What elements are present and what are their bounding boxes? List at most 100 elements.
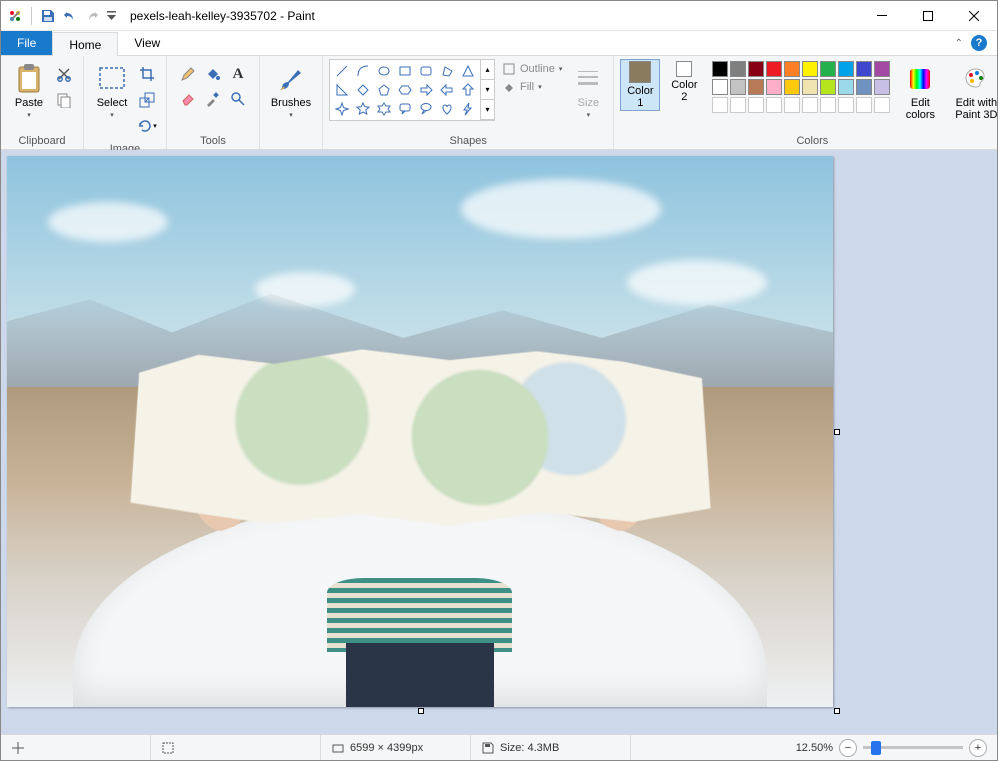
paste-button[interactable]: Paste ▾ [7, 59, 51, 119]
palette-color[interactable] [802, 61, 818, 77]
shape-arrowr-icon[interactable] [416, 81, 436, 99]
shapes-gallery[interactable] [329, 59, 481, 121]
crop-icon[interactable] [136, 63, 158, 85]
palette-color[interactable] [730, 79, 746, 95]
palette-color[interactable] [856, 79, 872, 95]
eraser-tool-icon[interactable] [177, 88, 199, 110]
palette-color[interactable] [748, 79, 764, 95]
palette-color[interactable] [748, 61, 764, 77]
undo-icon[interactable] [62, 8, 78, 24]
palette-color[interactable] [784, 61, 800, 77]
scroll-up-icon[interactable]: ▴ [481, 60, 494, 80]
palette-custom-slot[interactable] [712, 97, 728, 113]
resize-handle-se[interactable] [834, 708, 840, 714]
zoom-in-button[interactable]: + [969, 739, 987, 757]
shape-lightning-icon[interactable] [458, 100, 478, 118]
size-button[interactable]: Size ▾ [569, 59, 607, 119]
close-button[interactable] [951, 1, 997, 31]
palette-color[interactable] [766, 79, 782, 95]
group-tools: A Tools [167, 56, 260, 149]
shape-polygon-icon[interactable] [437, 62, 457, 80]
shape-outline-button[interactable]: Outline ▾ [499, 61, 565, 77]
rotate-icon[interactable]: ▾ [136, 115, 158, 137]
save-icon[interactable] [40, 8, 56, 24]
redo-icon[interactable] [84, 8, 100, 24]
zoom-thumb[interactable] [871, 741, 881, 755]
brushes-button[interactable]: Brushes ▾ [266, 59, 316, 119]
palette-color[interactable] [784, 79, 800, 95]
shape-rtriangle-icon[interactable] [332, 81, 352, 99]
resize-icon[interactable] [136, 89, 158, 111]
palette-custom-slot[interactable] [784, 97, 800, 113]
shape-heart-icon[interactable] [437, 100, 457, 118]
shape-roundrect-icon[interactable] [416, 62, 436, 80]
scroll-down-icon[interactable]: ▾ [481, 80, 494, 100]
zoom-slider[interactable] [863, 746, 963, 749]
color1-button[interactable]: Color 1 [620, 59, 660, 111]
shape-line-icon[interactable] [332, 62, 352, 80]
shape-diamond-icon[interactable] [353, 81, 373, 99]
shape-star5-icon[interactable] [353, 100, 373, 118]
palette-color[interactable] [838, 61, 854, 77]
shape-callout2-icon[interactable] [416, 100, 436, 118]
canvas-area[interactable] [1, 150, 997, 734]
palette-custom-slot[interactable] [820, 97, 836, 113]
help-icon[interactable]: ? [971, 35, 987, 51]
shape-oval-icon[interactable] [374, 62, 394, 80]
shape-triangle-icon[interactable] [458, 62, 478, 80]
tab-file[interactable]: File [1, 31, 52, 55]
paint3d-button[interactable]: Edit with Paint 3D [948, 59, 998, 121]
palette-color[interactable] [874, 61, 890, 77]
minimize-button[interactable] [859, 1, 905, 31]
palette-color[interactable] [712, 79, 728, 95]
select-button[interactable]: Select ▾ [90, 59, 134, 119]
shape-fill-button[interactable]: Fill ▾ [499, 79, 565, 95]
qat-customize-icon[interactable] [106, 8, 116, 24]
palette-color[interactable] [820, 79, 836, 95]
shape-rect-icon[interactable] [395, 62, 415, 80]
edit-colors-label: Edit colors [906, 97, 935, 121]
resize-handle-e[interactable] [834, 429, 840, 435]
shape-hexagon-icon[interactable] [395, 81, 415, 99]
collapse-ribbon-icon[interactable]: ⌃ [955, 38, 963, 49]
canvas[interactable] [7, 156, 833, 707]
edit-colors-button[interactable]: Edit colors [898, 59, 942, 121]
copy-icon[interactable] [53, 89, 75, 111]
palette-custom-slot[interactable] [802, 97, 818, 113]
text-tool-icon[interactable]: A [227, 63, 249, 85]
scroll-more-icon[interactable]: ▾ [481, 100, 494, 120]
picker-tool-icon[interactable] [202, 88, 224, 110]
palette-custom-slot[interactable] [874, 97, 890, 113]
shape-star6-icon[interactable] [374, 100, 394, 118]
shape-star4-icon[interactable] [332, 100, 352, 118]
color2-button[interactable]: Color 2 [664, 59, 704, 111]
pencil-tool-icon[interactable] [177, 63, 199, 85]
shape-arrowu-icon[interactable] [458, 81, 478, 99]
zoom-out-button[interactable]: − [839, 739, 857, 757]
palette-color[interactable] [766, 61, 782, 77]
palette-custom-slot[interactable] [838, 97, 854, 113]
palette-custom-slot[interactable] [766, 97, 782, 113]
palette-color[interactable] [874, 79, 890, 95]
maximize-button[interactable] [905, 1, 951, 31]
palette-custom-slot[interactable] [856, 97, 872, 113]
palette-color[interactable] [856, 61, 872, 77]
magnifier-tool-icon[interactable] [227, 88, 249, 110]
shape-callout-icon[interactable] [395, 100, 415, 118]
shape-arrowl-icon[interactable] [437, 81, 457, 99]
zoom-level: 12.50% [796, 742, 833, 754]
palette-custom-slot[interactable] [730, 97, 746, 113]
tab-view[interactable]: View [118, 31, 176, 55]
palette-color[interactable] [730, 61, 746, 77]
cut-icon[interactable] [53, 63, 75, 85]
palette-color[interactable] [820, 61, 836, 77]
shape-pentagon-icon[interactable] [374, 81, 394, 99]
palette-color[interactable] [712, 61, 728, 77]
palette-color[interactable] [838, 79, 854, 95]
palette-color[interactable] [802, 79, 818, 95]
tab-home[interactable]: Home [52, 32, 118, 56]
resize-handle-s[interactable] [418, 708, 424, 714]
fill-tool-icon[interactable] [202, 63, 224, 85]
shape-curve-icon[interactable] [353, 62, 373, 80]
palette-custom-slot[interactable] [748, 97, 764, 113]
